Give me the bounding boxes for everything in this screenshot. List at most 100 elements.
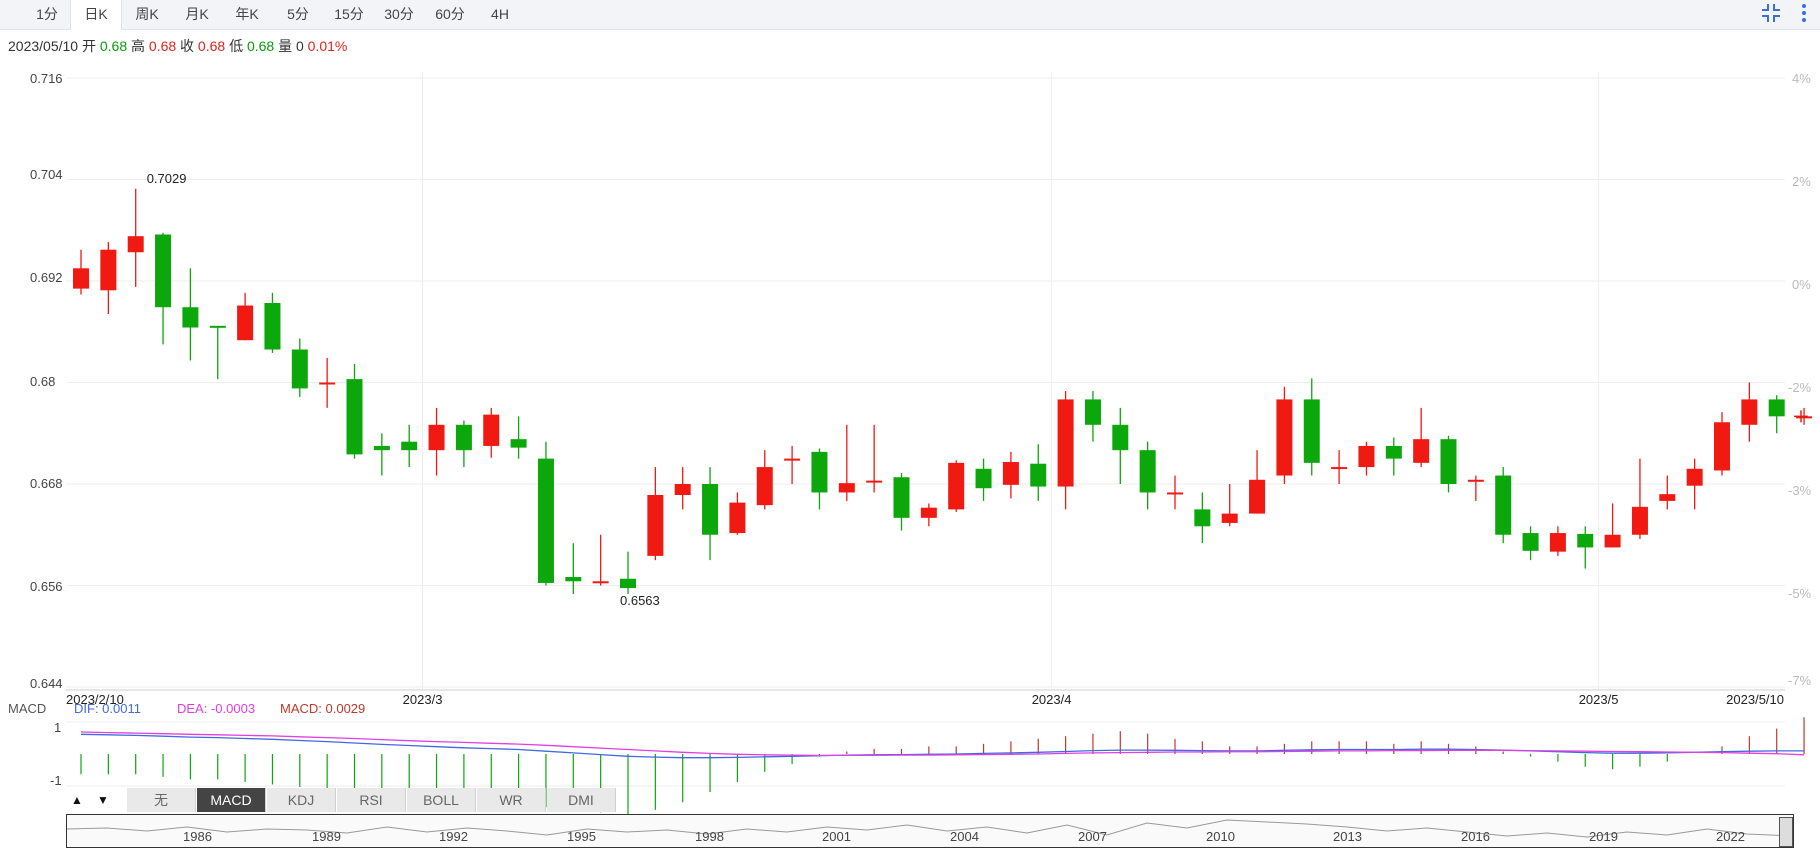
macd-title: MACD [8, 701, 47, 716]
macd-dea-label: DEA: -0.0003 [177, 701, 256, 716]
indicator-rsi[interactable]: RSI [337, 788, 406, 812]
tab-60min[interactable]: 60分 [428, 0, 472, 29]
candle-down [291, 349, 308, 389]
candle-down [1139, 450, 1156, 493]
candle-down [401, 441, 418, 451]
candle-up [920, 507, 937, 518]
collapse-icon[interactable] [1760, 2, 1782, 30]
tab-5min[interactable]: 5分 [278, 0, 318, 29]
candle-up [1659, 494, 1676, 501]
candlestick-chart[interactable]: 0.70290.6563 2023/2/10 2023/3 2023/4 2023/5… [0, 0, 1820, 860]
scroll-up-button[interactable]: ▲ [66, 788, 88, 812]
tab-30min[interactable]: 30分 [378, 0, 420, 29]
candle-up [1249, 479, 1266, 514]
pct-tick-label: -5% [1788, 586, 1812, 601]
pct-tick-label: 0% [1792, 277, 1811, 292]
pct-tick-label: -3% [1788, 483, 1812, 498]
candle-up [1714, 422, 1730, 471]
open-label: 开 [81, 38, 96, 54]
navigator-year: 2016 [1461, 829, 1490, 844]
pct-tick-label: -7% [1788, 673, 1812, 688]
low-label: 低 [229, 38, 244, 54]
indicator-wr[interactable]: WR [477, 788, 546, 812]
change-value: 0.01% [307, 38, 348, 54]
tab-weekly-k[interactable]: 周K [128, 0, 166, 29]
x-tick-label: 2023/4 [1032, 692, 1072, 707]
macd-value-label: MACD: 0.0029 [280, 701, 366, 716]
high-value: 0.68 [148, 38, 177, 54]
candle-down [620, 578, 636, 589]
tab-15min[interactable]: 15分 [328, 0, 370, 29]
candle-down [510, 439, 527, 448]
dif-line [80, 733, 1805, 759]
candle-up [1796, 416, 1813, 419]
tab-monthly-k[interactable]: 月K [178, 0, 216, 29]
high-annotation: 0.7029 [147, 171, 187, 186]
indicator-dmi[interactable]: DMI [547, 788, 616, 812]
close-label: 收 [180, 38, 195, 54]
navigator-year: 2004 [950, 829, 979, 844]
tab-1min[interactable]: 1分 [30, 0, 64, 29]
candle-down [1522, 533, 1539, 551]
pct-tick-label: 2% [1792, 174, 1811, 189]
candle-up [866, 480, 883, 483]
navigator-year: 2001 [822, 829, 851, 844]
navigator-year: 1995 [567, 829, 596, 844]
candle-down [1440, 439, 1457, 484]
navigator-year: 1986 [183, 829, 212, 844]
indicator-none[interactable]: 无 [127, 788, 196, 812]
candle-up [1413, 439, 1430, 463]
y-tick-label: 0.644 [30, 676, 63, 691]
navigator-year: 1998 [695, 829, 724, 844]
candle-up [127, 236, 144, 253]
candle-up [674, 484, 691, 495]
navigator-year: 2019 [1589, 829, 1618, 844]
candle-up [1604, 534, 1621, 548]
candle-down [209, 325, 226, 328]
tab-yearly-k[interactable]: 年K [228, 0, 266, 29]
ohlc-info: 2023/05/10 开 0.68 高 0.68 收 0.68 低 0.68 量… [8, 36, 347, 56]
indicator-boll[interactable]: BOLL [407, 788, 476, 812]
volume-value: 0 [295, 38, 304, 54]
candle-down [702, 484, 719, 535]
candle-up [483, 414, 500, 446]
navigator-year: 2022 [1716, 829, 1745, 844]
candle-down [811, 451, 828, 493]
more-icon[interactable] [1800, 2, 1808, 30]
candle-down [1030, 463, 1047, 487]
candle-down [155, 234, 172, 308]
candle-down [1194, 509, 1211, 527]
y-tick-label: 0.692 [30, 270, 63, 285]
macd-y-tick: 1 [54, 720, 62, 735]
scroll-down-button[interactable]: ▼ [92, 788, 114, 812]
indicator-macd[interactable]: MACD [197, 788, 266, 812]
candle-up [1276, 399, 1293, 476]
candle-down [565, 577, 582, 582]
candle-down [182, 307, 199, 328]
candle-up [1358, 445, 1375, 468]
candle-down [975, 468, 992, 489]
candle-up [784, 458, 801, 461]
ohlc-date: 2023/05/10 [8, 38, 79, 54]
candle-down [455, 424, 472, 451]
y-tick-label: 0.716 [30, 71, 63, 86]
candle-up [647, 494, 664, 556]
x-tick-label: 2023/3 [403, 692, 443, 707]
indicator-kdj[interactable]: KDJ [267, 788, 336, 812]
candle-up [1631, 506, 1648, 535]
candle-down [1303, 399, 1320, 463]
tab-daily-k[interactable]: 日K [70, 0, 122, 30]
navigator-year: 1992 [439, 829, 468, 844]
candle-up [73, 268, 89, 289]
candle-up [1331, 467, 1348, 470]
dea-line [80, 731, 1805, 757]
candle-down [1577, 533, 1594, 548]
candle-down [1084, 399, 1101, 425]
candle-down [1495, 475, 1512, 535]
candle-up [756, 467, 773, 506]
navigator-year: 2010 [1206, 829, 1235, 844]
tab-4h[interactable]: 4H [480, 0, 520, 29]
candle-up [729, 502, 746, 534]
navigator-handle[interactable] [1779, 817, 1793, 847]
candle-up [100, 249, 117, 291]
